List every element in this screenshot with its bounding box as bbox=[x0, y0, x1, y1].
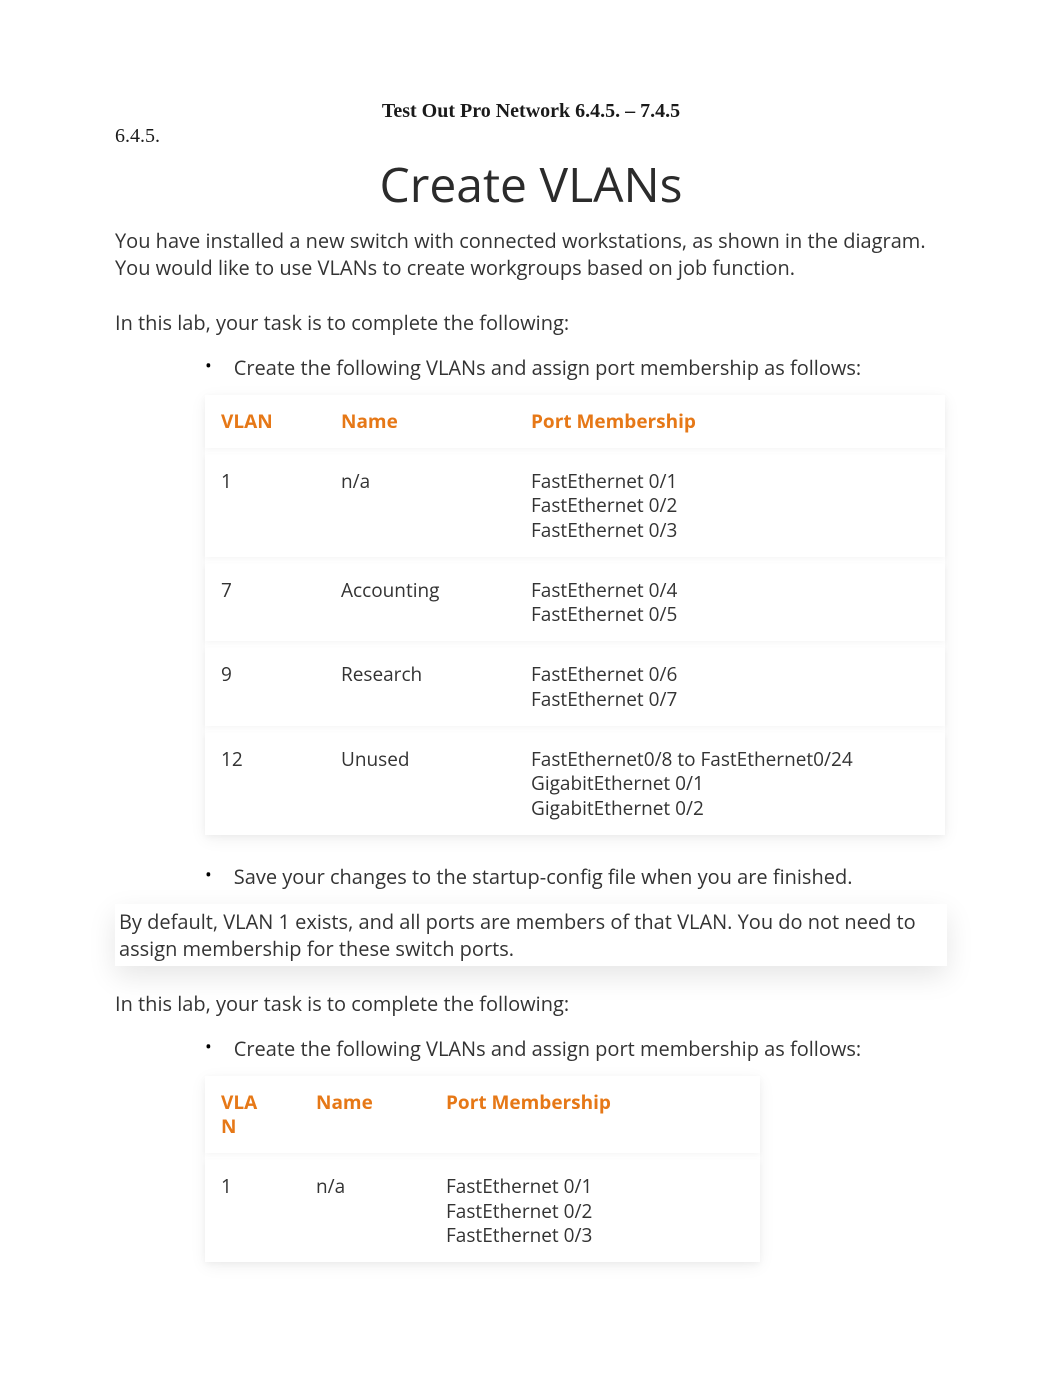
intro-paragraph: You have installed a new switch with con… bbox=[115, 227, 947, 281]
cell-name: n/a bbox=[300, 1174, 430, 1248]
task-intro-2: In this lab, your task is to complete th… bbox=[115, 990, 947, 1017]
cell-port: FastEthernet 0/1 FastEthernet 0/2 FastEt… bbox=[430, 1174, 760, 1248]
table-row: 1 n/a FastEthernet 0/1 FastEthernet 0/2 … bbox=[205, 1160, 760, 1262]
bullet-list-3: • Create the following VLANs and assign … bbox=[205, 1035, 947, 1062]
bullet-text: Create the following VLANs and assign po… bbox=[234, 354, 861, 381]
vlan-table-1: VLAN Name Port Membership 1 n/a FastEthe… bbox=[205, 395, 945, 835]
table-header-row: VLAN Name Port Membership bbox=[205, 395, 945, 448]
col-header-name: Name bbox=[300, 1090, 430, 1139]
bullet-icon: • bbox=[205, 354, 212, 378]
col-header-port: Port Membership bbox=[515, 409, 945, 434]
list-item: • Create the following VLANs and assign … bbox=[205, 1035, 947, 1062]
cell-port: FastEthernet0/8 to FastEthernet0/24 Giga… bbox=[515, 747, 945, 821]
col-header-port: Port Membership bbox=[430, 1090, 760, 1139]
cell-name: Accounting bbox=[325, 578, 515, 627]
section-number: 6.4.5. bbox=[115, 125, 947, 148]
task-intro-1: In this lab, your task is to complete th… bbox=[115, 309, 947, 336]
cell-vlan: 12 bbox=[205, 747, 325, 821]
bullet-text: Save your changes to the startup-config … bbox=[234, 863, 853, 890]
cell-vlan: 1 bbox=[205, 1174, 300, 1248]
bullet-list-2: • Save your changes to the startup-confi… bbox=[205, 863, 947, 890]
cell-port: FastEthernet 0/1 FastEthernet 0/2 FastEt… bbox=[515, 469, 945, 543]
bullet-icon: • bbox=[205, 863, 212, 887]
note-box: By default, VLAN 1 exists, and all ports… bbox=[115, 904, 947, 966]
cell-name: n/a bbox=[325, 469, 515, 543]
cell-vlan: 9 bbox=[205, 662, 325, 711]
document-page: Test Out Pro Network 6.4.5. – 7.4.5 6.4.… bbox=[0, 0, 1062, 1350]
table-row: 9 Research FastEthernet 0/6 FastEthernet… bbox=[205, 648, 945, 725]
list-item: • Save your changes to the startup-confi… bbox=[205, 863, 947, 890]
cell-vlan: 1 bbox=[205, 469, 325, 543]
table-row: 1 n/a FastEthernet 0/1 FastEthernet 0/2 … bbox=[205, 455, 945, 557]
col-header-vlan: VLA N bbox=[205, 1090, 300, 1139]
col-header-vlan: VLAN bbox=[205, 409, 325, 434]
cell-vlan: 7 bbox=[205, 578, 325, 627]
bullet-icon: • bbox=[205, 1035, 212, 1059]
list-item: • Create the following VLANs and assign … bbox=[205, 354, 947, 381]
table-header-row: VLA N Name Port Membership bbox=[205, 1076, 760, 1153]
document-header: Test Out Pro Network 6.4.5. – 7.4.5 bbox=[115, 100, 947, 123]
table-row: 12 Unused FastEthernet0/8 to FastEtherne… bbox=[205, 733, 945, 835]
page-title: Create VLANs bbox=[115, 152, 947, 217]
cell-name: Research bbox=[325, 662, 515, 711]
cell-port: FastEthernet 0/4 FastEthernet 0/5 bbox=[515, 578, 945, 627]
vlan-table-2: VLA N Name Port Membership 1 n/a FastEth… bbox=[205, 1076, 760, 1262]
bullet-list-1: • Create the following VLANs and assign … bbox=[205, 354, 947, 381]
col-header-name: Name bbox=[325, 409, 515, 434]
cell-port: FastEthernet 0/6 FastEthernet 0/7 bbox=[515, 662, 945, 711]
cell-name: Unused bbox=[325, 747, 515, 821]
bullet-text: Create the following VLANs and assign po… bbox=[234, 1035, 861, 1062]
table-row: 7 Accounting FastEthernet 0/4 FastEthern… bbox=[205, 564, 945, 641]
